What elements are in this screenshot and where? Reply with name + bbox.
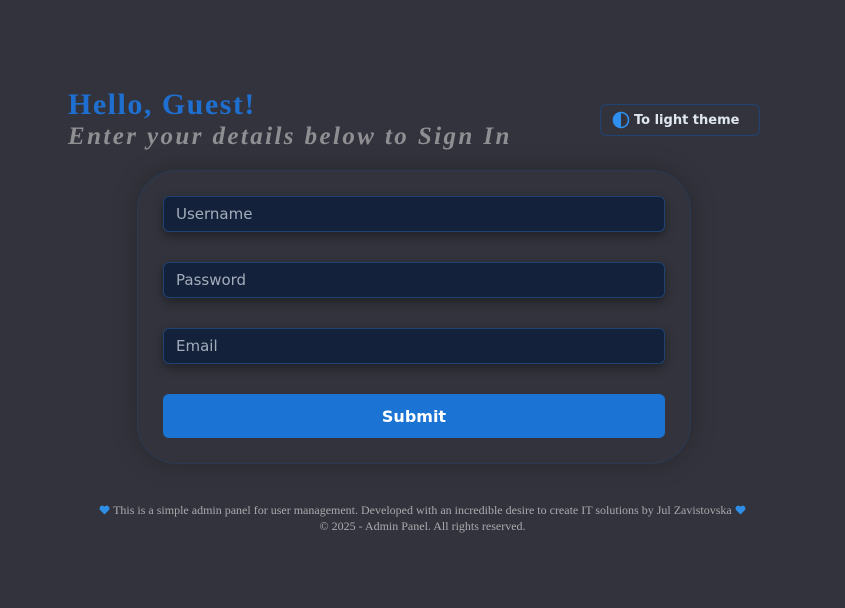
theme-toggle-button[interactable]: To light theme — [600, 104, 760, 136]
footer-description-line: This is a simple admin panel for user ma… — [0, 502, 845, 518]
email-input[interactable] — [163, 328, 665, 364]
blue-heart-icon — [99, 505, 110, 515]
footer-copyright: © 2025 - Admin Panel. All rights reserve… — [319, 519, 526, 533]
sign-in-subtitle: Enter your details below to Sign In — [68, 123, 512, 150]
greeting-title: Hello, Guest! — [68, 88, 256, 121]
theme-toggle-label: To light theme — [634, 112, 740, 128]
password-input[interactable] — [163, 262, 665, 298]
username-input[interactable] — [163, 196, 665, 232]
footer-description: This is a simple admin panel for user ma… — [113, 503, 732, 517]
half-circle-contrast-icon — [612, 111, 630, 129]
blue-heart-icon — [735, 505, 746, 515]
submit-button[interactable]: Submit — [163, 394, 665, 438]
footer: This is a simple admin panel for user ma… — [0, 502, 845, 534]
sign-in-page: Hello, Guest! Enter your details below t… — [0, 0, 845, 608]
